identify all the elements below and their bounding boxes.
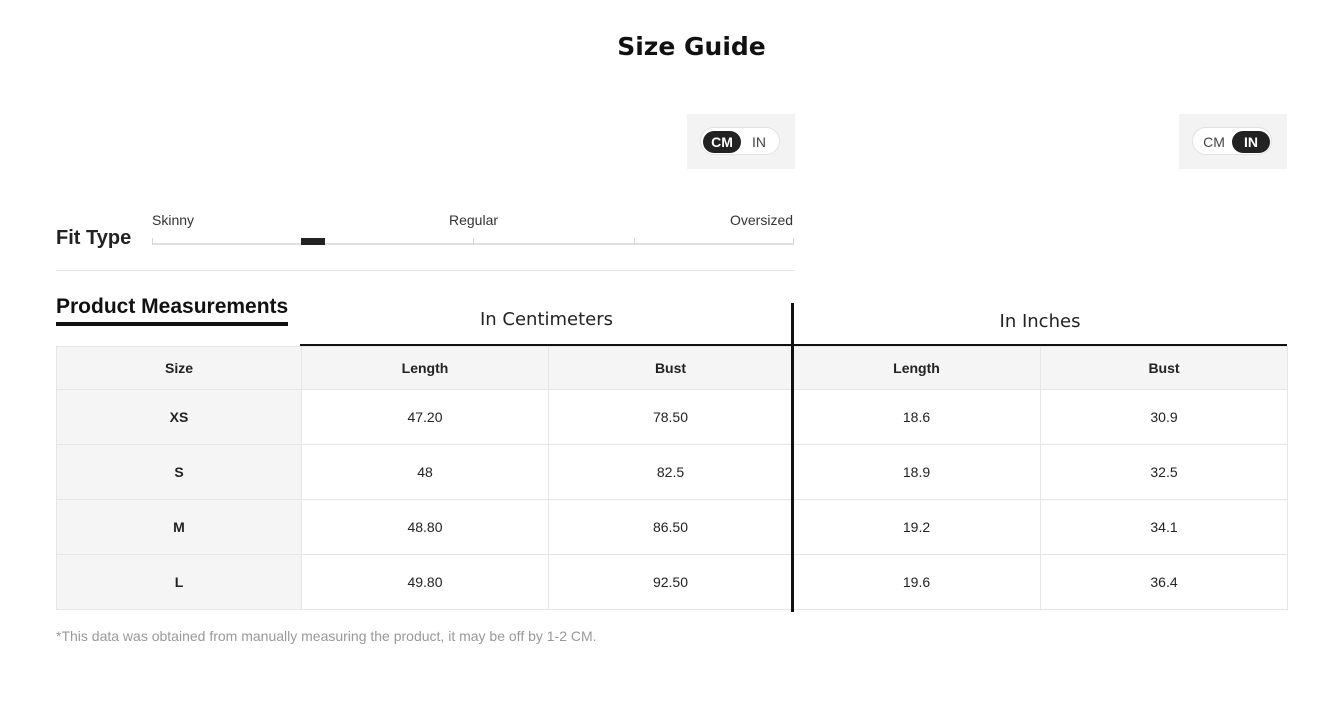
table-row: S 48 82.5 18.9 32.5 xyxy=(56,444,1288,500)
toggle-in-option[interactable]: IN xyxy=(740,131,778,153)
column-header-size: Size xyxy=(56,346,302,390)
fit-type-scale xyxy=(152,238,794,245)
unit-toggle-cm-section: CM IN xyxy=(700,127,780,155)
unit-separator xyxy=(791,303,794,612)
measurement-disclaimer: *This data was obtained from manually me… xyxy=(56,628,597,644)
inches-header: In Inches xyxy=(999,311,1081,332)
length-in-cell: 19.6 xyxy=(792,554,1041,610)
fit-tick xyxy=(152,238,153,245)
size-guide-page: Size Guide CM IN CM IN Fit Type Skinny R… xyxy=(0,0,1343,701)
cm-unit-toggle-container: CM IN xyxy=(687,114,795,169)
bust-in-cell: 36.4 xyxy=(1040,554,1288,610)
fit-tick xyxy=(634,238,635,245)
toggle-cm-option[interactable]: CM xyxy=(1195,131,1233,153)
bust-cm-cell: 78.50 xyxy=(548,389,793,445)
unit-toggle-in-section: CM IN xyxy=(1192,127,1272,155)
column-header-length-cm: Length xyxy=(301,346,549,390)
table-row: L 49.80 92.50 19.6 36.4 xyxy=(56,554,1288,610)
column-header-bust-cm: Bust xyxy=(548,346,793,390)
section-divider xyxy=(56,270,795,271)
toggle-cm-option[interactable]: CM xyxy=(703,131,741,153)
length-cm-cell: 48 xyxy=(301,444,549,500)
size-cell: M xyxy=(56,499,302,555)
product-measurements-title: Product Measurements xyxy=(56,295,289,326)
fit-type-indicator xyxy=(301,238,325,245)
bust-in-cell: 32.5 xyxy=(1040,444,1288,500)
bust-cm-cell: 86.50 xyxy=(548,499,793,555)
length-cm-cell: 47.20 xyxy=(301,389,549,445)
size-cell: XS xyxy=(56,389,302,445)
table-header-row: Size Length Bust Length Bust xyxy=(56,346,1288,390)
bust-cm-cell: 92.50 xyxy=(548,554,793,610)
page-title: Size Guide xyxy=(617,32,766,61)
size-cell: L xyxy=(56,554,302,610)
length-in-cell: 18.6 xyxy=(792,389,1041,445)
bust-in-cell: 30.9 xyxy=(1040,389,1288,445)
length-cm-cell: 48.80 xyxy=(301,499,549,555)
column-header-bust-in: Bust xyxy=(1040,346,1288,390)
fit-type-label: Fit Type xyxy=(56,227,132,249)
fit-tick xyxy=(793,238,794,245)
fit-tick xyxy=(473,238,474,245)
fit-scale-oversized: Oversized xyxy=(730,212,794,228)
length-in-cell: 19.2 xyxy=(792,499,1041,555)
length-in-cell: 18.9 xyxy=(792,444,1041,500)
toggle-in-option[interactable]: IN xyxy=(1232,131,1270,153)
table-row: XS 47.20 78.50 18.6 30.9 xyxy=(56,389,1288,445)
column-header-length-in: Length xyxy=(792,346,1041,390)
bust-in-cell: 34.1 xyxy=(1040,499,1288,555)
in-unit-toggle-container: CM IN xyxy=(1179,114,1287,169)
cm-header: In Centimeters xyxy=(479,309,614,330)
fit-scale-regular: Regular xyxy=(449,212,499,228)
size-cell: S xyxy=(56,444,302,500)
length-cm-cell: 49.80 xyxy=(301,554,549,610)
measurements-table: Size Length Bust Length Bust XS 47.20 78… xyxy=(56,346,1288,610)
bust-cm-cell: 82.5 xyxy=(548,444,793,500)
fit-scale-skinny: Skinny xyxy=(152,212,195,228)
table-row: M 48.80 86.50 19.2 34.1 xyxy=(56,499,1288,555)
